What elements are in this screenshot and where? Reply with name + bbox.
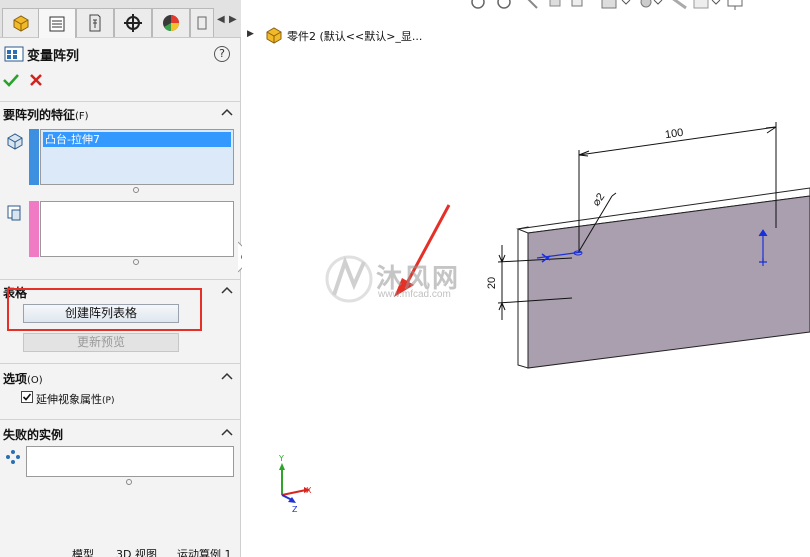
cancel-x-icon[interactable] xyxy=(28,72,44,88)
previous-view-icon[interactable] xyxy=(527,0,538,9)
appearance-icon[interactable] xyxy=(672,0,687,10)
more-tabs-icon xyxy=(197,16,207,30)
feature-tree-icon xyxy=(13,15,29,32)
failed-instances-icon xyxy=(6,450,20,464)
failed-instances-box[interactable] xyxy=(26,446,234,477)
resize-handle[interactable] xyxy=(126,479,132,485)
tab-dimxpert-manager[interactable] xyxy=(114,8,152,37)
bottom-tabs: 模型 3D 视图 运动算例 1 xyxy=(0,549,242,557)
chevron-down-icon[interactable] xyxy=(711,0,721,5)
tab-feature-manager[interactable] xyxy=(2,8,40,37)
pm-title-row: 变量阵列 ? xyxy=(0,40,241,66)
highlight-annotation-box xyxy=(7,288,202,331)
part-icon xyxy=(266,27,282,44)
expand-arrow-icon[interactable]: ▶ xyxy=(247,29,254,39)
section-options-header[interactable]: 选项(O) xyxy=(0,363,241,386)
tab-model[interactable]: 模型 xyxy=(72,549,94,557)
section-options-title: 选项(O) xyxy=(3,372,43,386)
configuration-icon xyxy=(89,14,101,32)
section-features-header[interactable]: 要阵列的特征(F) xyxy=(0,101,241,123)
scroll-tabs-left-icon[interactable]: ◀ xyxy=(217,14,225,25)
selection-color-strip-blue xyxy=(29,129,39,185)
watermark-logo xyxy=(325,255,373,303)
resize-handle[interactable] xyxy=(133,187,139,193)
model-viewport: Y X Z xyxy=(278,0,810,514)
chevron-up-icon[interactable] xyxy=(221,108,233,116)
section-view-icon[interactable] xyxy=(549,0,561,7)
tab-property-manager[interactable] xyxy=(38,8,76,38)
view-orientation-icon[interactable] xyxy=(571,0,583,7)
svg-text:Y: Y xyxy=(278,454,284,463)
chevron-down-icon[interactable] xyxy=(621,0,631,5)
reference-selection-box[interactable] xyxy=(40,201,234,257)
propagate-visual-label: 延伸视象属性(P) xyxy=(36,393,115,406)
crosshair-icon xyxy=(124,14,142,32)
features-selection-icon xyxy=(7,133,23,150)
dimension-height-label[interactable]: 20 xyxy=(486,277,498,289)
tab-more[interactable] xyxy=(190,8,214,37)
zoom-fit-icon[interactable] xyxy=(471,0,485,9)
propagate-visual-checkbox[interactable] xyxy=(21,391,33,403)
coordinate-triad: Y X Z xyxy=(278,454,312,514)
tab-motion-study[interactable]: 运动算例 1 xyxy=(177,549,232,557)
chevron-down-icon[interactable] xyxy=(653,0,663,5)
block-end-face[interactable] xyxy=(517,226,529,369)
watermark-url: www.mfcad.com xyxy=(378,289,451,300)
tab-3d-views[interactable]: 3D 视图 xyxy=(116,549,157,557)
faces-selection-icon xyxy=(7,205,21,221)
ok-check-icon[interactable] xyxy=(2,72,20,88)
display-pie-icon xyxy=(163,15,179,32)
graphics-area[interactable]: Y X Z 100 ⌀2 20 沐风网 www.mfcad.com xyxy=(242,0,810,557)
property-manager-panel: ◀ ▶ 变量阵列 ? 要阵列的特征(F) 凸台-拉伸7 表格 创建阵列表格 更新… xyxy=(0,0,241,557)
view-settings-icon[interactable] xyxy=(727,0,743,7)
svg-text:X: X xyxy=(306,486,312,495)
property-list-icon xyxy=(49,16,65,31)
dimension-length-label[interactable]: 100 xyxy=(664,127,684,141)
heads-up-toolbar xyxy=(471,0,743,10)
scroll-tabs-right-icon[interactable]: ▶ xyxy=(229,14,237,25)
resize-handle[interactable] xyxy=(133,259,139,265)
checkmark-icon xyxy=(22,393,32,401)
scene-icon[interactable] xyxy=(693,0,709,9)
features-selection-box[interactable]: 凸台-拉伸7 xyxy=(40,129,234,185)
chevron-up-icon[interactable] xyxy=(221,372,233,380)
help-icon[interactable]: ? xyxy=(214,46,230,62)
page-title: 变量阵列 xyxy=(27,49,80,64)
section-failed-title: 失败的实例 xyxy=(3,428,64,442)
chevron-up-icon[interactable] xyxy=(221,428,233,436)
tab-configuration-manager[interactable] xyxy=(76,8,114,37)
section-failed-header[interactable]: 失败的实例 xyxy=(0,419,241,442)
part-name[interactable]: 零件2 (默认<<默认>_显... xyxy=(287,28,422,44)
variable-pattern-icon xyxy=(4,46,24,62)
hide-show-icon[interactable] xyxy=(640,0,652,8)
selection-color-strip-pink xyxy=(29,201,39,257)
manager-tab-bar: ◀ ▶ xyxy=(0,0,241,38)
chevron-up-icon[interactable] xyxy=(221,286,233,294)
svg-text:Z: Z xyxy=(292,505,298,514)
zoom-area-icon[interactable] xyxy=(497,0,511,9)
update-preview-button[interactable]: 更新预览 xyxy=(23,333,179,352)
display-style-icon[interactable] xyxy=(601,0,617,9)
tab-display-manager[interactable] xyxy=(152,8,190,37)
section-features-title: 要阵列的特征(F) xyxy=(3,108,89,122)
selected-feature-item[interactable]: 凸台-拉伸7 xyxy=(43,132,231,147)
